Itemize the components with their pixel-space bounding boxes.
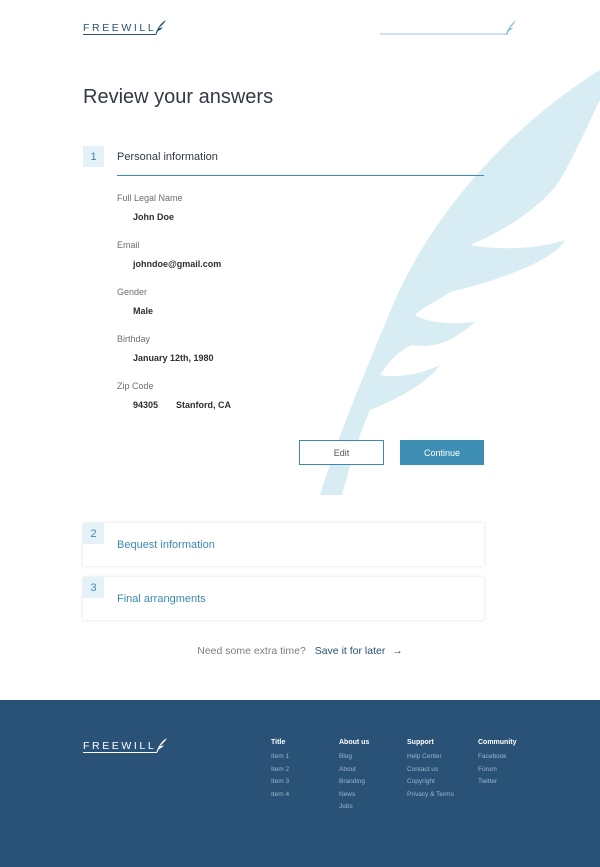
footer-column-heading: About us: [339, 739, 370, 746]
arrow-right-icon[interactable]: →: [392, 645, 403, 657]
footer-column-title: Title Item 1 Item 2 Item 3 Item 4: [271, 739, 289, 801]
footer-logo[interactable]: FREEWILL: [83, 738, 168, 754]
field-label: Email: [117, 240, 140, 250]
footer-link[interactable]: Item 2: [271, 764, 289, 777]
step-number: 1: [83, 146, 104, 167]
section-final-arrangements[interactable]: 3 Final arrangments: [83, 577, 484, 620]
footer-link[interactable]: Forum: [478, 764, 517, 777]
footer: FREEWILL Title Item 1 Item 2 Item 3 Item…: [0, 700, 600, 867]
footer-column-heading: Title: [271, 739, 286, 746]
footer-link[interactable]: Copyright: [407, 776, 454, 789]
step-number: 3: [83, 577, 104, 598]
footer-column-community: Community Facebook Forum Twitter: [478, 739, 517, 789]
footer-link[interactable]: Help Center: [407, 751, 454, 764]
footer-link[interactable]: News: [339, 789, 369, 802]
field-value: Male: [133, 306, 154, 316]
section-title: Personal information: [117, 151, 218, 163]
section-bequest-information[interactable]: 2 Bequest information: [83, 523, 484, 566]
field-gender: Gender Male: [117, 287, 153, 316]
footer-column-about-us: About us Blog About Branding News Jobs: [339, 739, 369, 814]
field-value: John Doe: [133, 212, 175, 222]
field-value: 94305 Stanford, CA: [133, 400, 231, 410]
footer-link[interactable]: Facebook: [478, 751, 517, 764]
field-value: johndoe@gmail.com: [133, 259, 222, 269]
field-birthday: Birthday January 12th, 1980: [117, 334, 214, 363]
page-title: Review your answers: [83, 86, 274, 108]
field-value: January 12th, 1980: [133, 353, 214, 363]
progress-bar: [380, 20, 516, 35]
field-zip-code: Zip Code 94305 Stanford, CA: [117, 381, 231, 410]
city-value: Stanford, CA: [176, 400, 232, 410]
footer-link[interactable]: Branding: [339, 776, 369, 789]
section-title: Final arrangments: [117, 593, 206, 605]
footer-link[interactable]: About: [339, 764, 369, 777]
field-label: Full Legal Name: [117, 193, 183, 203]
logo-text: FREEWILL: [83, 740, 157, 752]
quill-feather-icon: [156, 738, 168, 753]
footer-link[interactable]: Twitter: [478, 776, 517, 789]
logo-text: FREEWILL: [83, 22, 157, 34]
step-number: 2: [83, 523, 104, 544]
background-feather-icon: [320, 70, 600, 495]
field-email: Email johndoe@gmail.com: [117, 240, 221, 269]
footer-link[interactable]: Jobs: [339, 801, 369, 814]
header: FREEWILL: [0, 0, 600, 60]
footer-link[interactable]: Contact us: [407, 764, 454, 777]
field-label: Zip Code: [117, 381, 154, 391]
save-later-row: Need some extra time? Save it for later …: [0, 645, 600, 657]
footer-link[interactable]: Privacy & Terms: [407, 789, 454, 802]
footer-link[interactable]: Item 1: [271, 751, 289, 764]
save-later-prompt: Need some extra time?: [197, 645, 306, 657]
section-personal-information: 1 Personal information: [83, 146, 484, 176]
field-label: Birthday: [117, 334, 151, 344]
quill-feather-icon: [155, 20, 167, 35]
field-full-legal-name: Full Legal Name John Doe: [117, 193, 183, 222]
edit-button[interactable]: Edit: [299, 440, 384, 465]
section-divider: [117, 175, 484, 176]
section-title: Bequest information: [117, 539, 215, 551]
footer-link[interactable]: Blog: [339, 751, 369, 764]
progress-feather-icon: [506, 20, 516, 35]
continue-button[interactable]: Continue: [400, 440, 484, 465]
footer-link[interactable]: Item 4: [271, 789, 289, 802]
footer-column-heading: Community: [478, 739, 517, 746]
field-label: Gender: [117, 287, 148, 297]
freewill-logo[interactable]: FREEWILL: [83, 20, 167, 36]
footer-link[interactable]: Item 3: [271, 776, 289, 789]
footer-column-support: Support Help Center Contact us Copyright…: [407, 739, 454, 801]
save-later-link[interactable]: Save it for later: [315, 645, 386, 657]
footer-column-heading: Support: [407, 739, 434, 746]
zip-value: 94305: [133, 400, 159, 410]
